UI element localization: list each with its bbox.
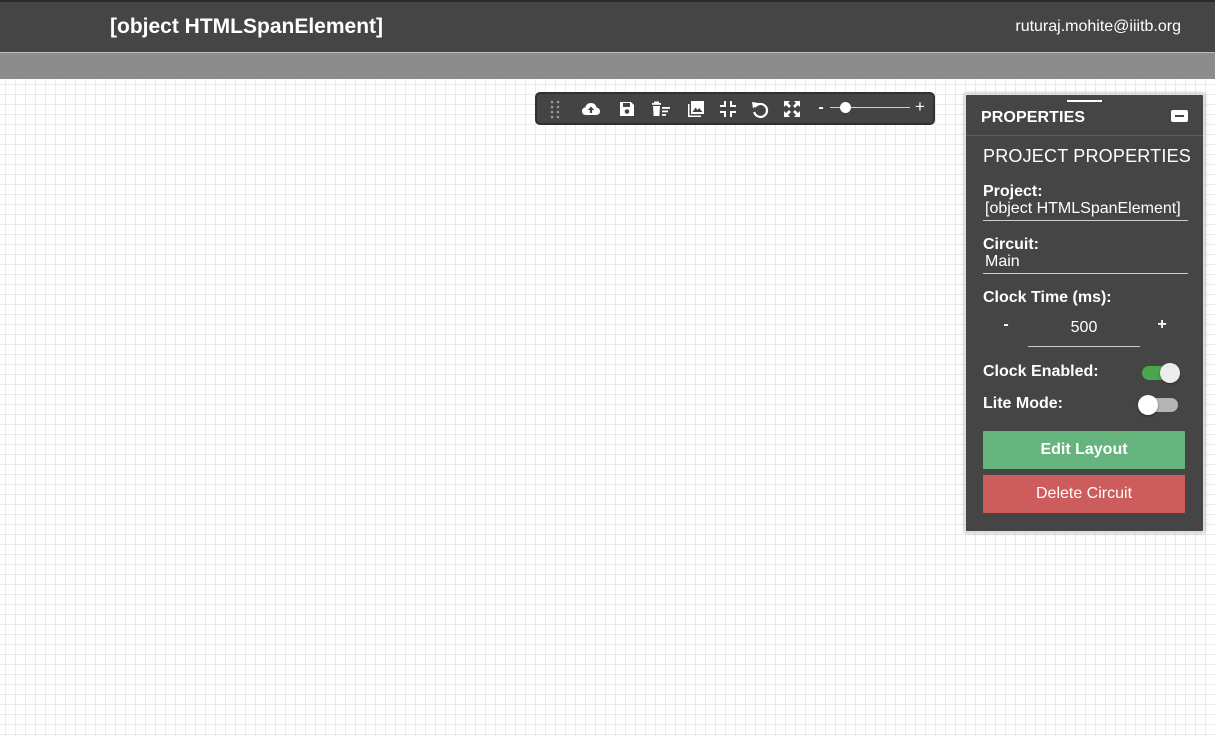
clock-time-input[interactable]: 500 — [1028, 317, 1140, 347]
panel-title: PROPERTIES — [981, 109, 1086, 126]
project-title[interactable]: [object HTMLSpanElement] — [110, 15, 383, 39]
undo-icon[interactable] — [750, 99, 770, 119]
delete-all-icon[interactable] — [651, 99, 671, 119]
section-title: PROJECT PROPERTIES — [983, 146, 1191, 166]
drag-handle-icon[interactable] — [545, 99, 565, 119]
zoom-slider-handle[interactable] — [840, 102, 852, 113]
project-name-input[interactable]: [object HTMLSpanElement] — [983, 200, 1188, 221]
clock-decrease-button[interactable]: - — [996, 316, 1016, 338]
lite-mode-label: Lite Mode: — [983, 395, 1063, 412]
clock-enabled-label: Clock Enabled: — [983, 363, 1099, 380]
zoom-in-button[interactable]: + — [913, 96, 927, 118]
project-label: Project: — [983, 183, 1043, 200]
fit-to-screen-icon[interactable] — [718, 99, 738, 119]
panel-drag-grip[interactable] — [1067, 100, 1102, 102]
minimize-icon[interactable] — [1171, 110, 1188, 122]
properties-panel: PROPERTIES PROJECT PROPERTIES Project: [… — [964, 93, 1205, 533]
toggle-knob — [1138, 395, 1158, 415]
circuit-label: Circuit: — [983, 236, 1039, 253]
save-icon[interactable] — [617, 99, 637, 119]
top-navbar: [object HTMLSpanElement] ruturaj.mohite@… — [0, 0, 1215, 53]
lite-mode-toggle[interactable] — [1138, 395, 1178, 415]
download-image-icon[interactable] — [686, 99, 706, 119]
fullscreen-icon[interactable] — [782, 99, 802, 119]
zoom-out-button[interactable]: - — [815, 97, 827, 119]
clock-enabled-toggle[interactable] — [1142, 363, 1180, 383]
circuit-name-input[interactable]: Main — [983, 253, 1188, 274]
clock-time-label: Clock Time (ms): — [983, 289, 1112, 306]
zoom-slider[interactable] — [830, 102, 910, 113]
quick-toolbar: - + — [535, 92, 935, 125]
user-email[interactable]: ruturaj.mohite@iiitb.org — [1015, 18, 1181, 36]
edit-layout-button[interactable]: Edit Layout — [983, 431, 1185, 469]
cloud-upload-icon[interactable] — [581, 99, 601, 119]
delete-circuit-button[interactable]: Delete Circuit — [983, 475, 1185, 513]
clock-increase-button[interactable]: + — [1152, 316, 1172, 338]
toggle-knob — [1160, 363, 1180, 383]
circuit-tab-bar — [0, 53, 1215, 79]
panel-divider — [966, 135, 1203, 136]
